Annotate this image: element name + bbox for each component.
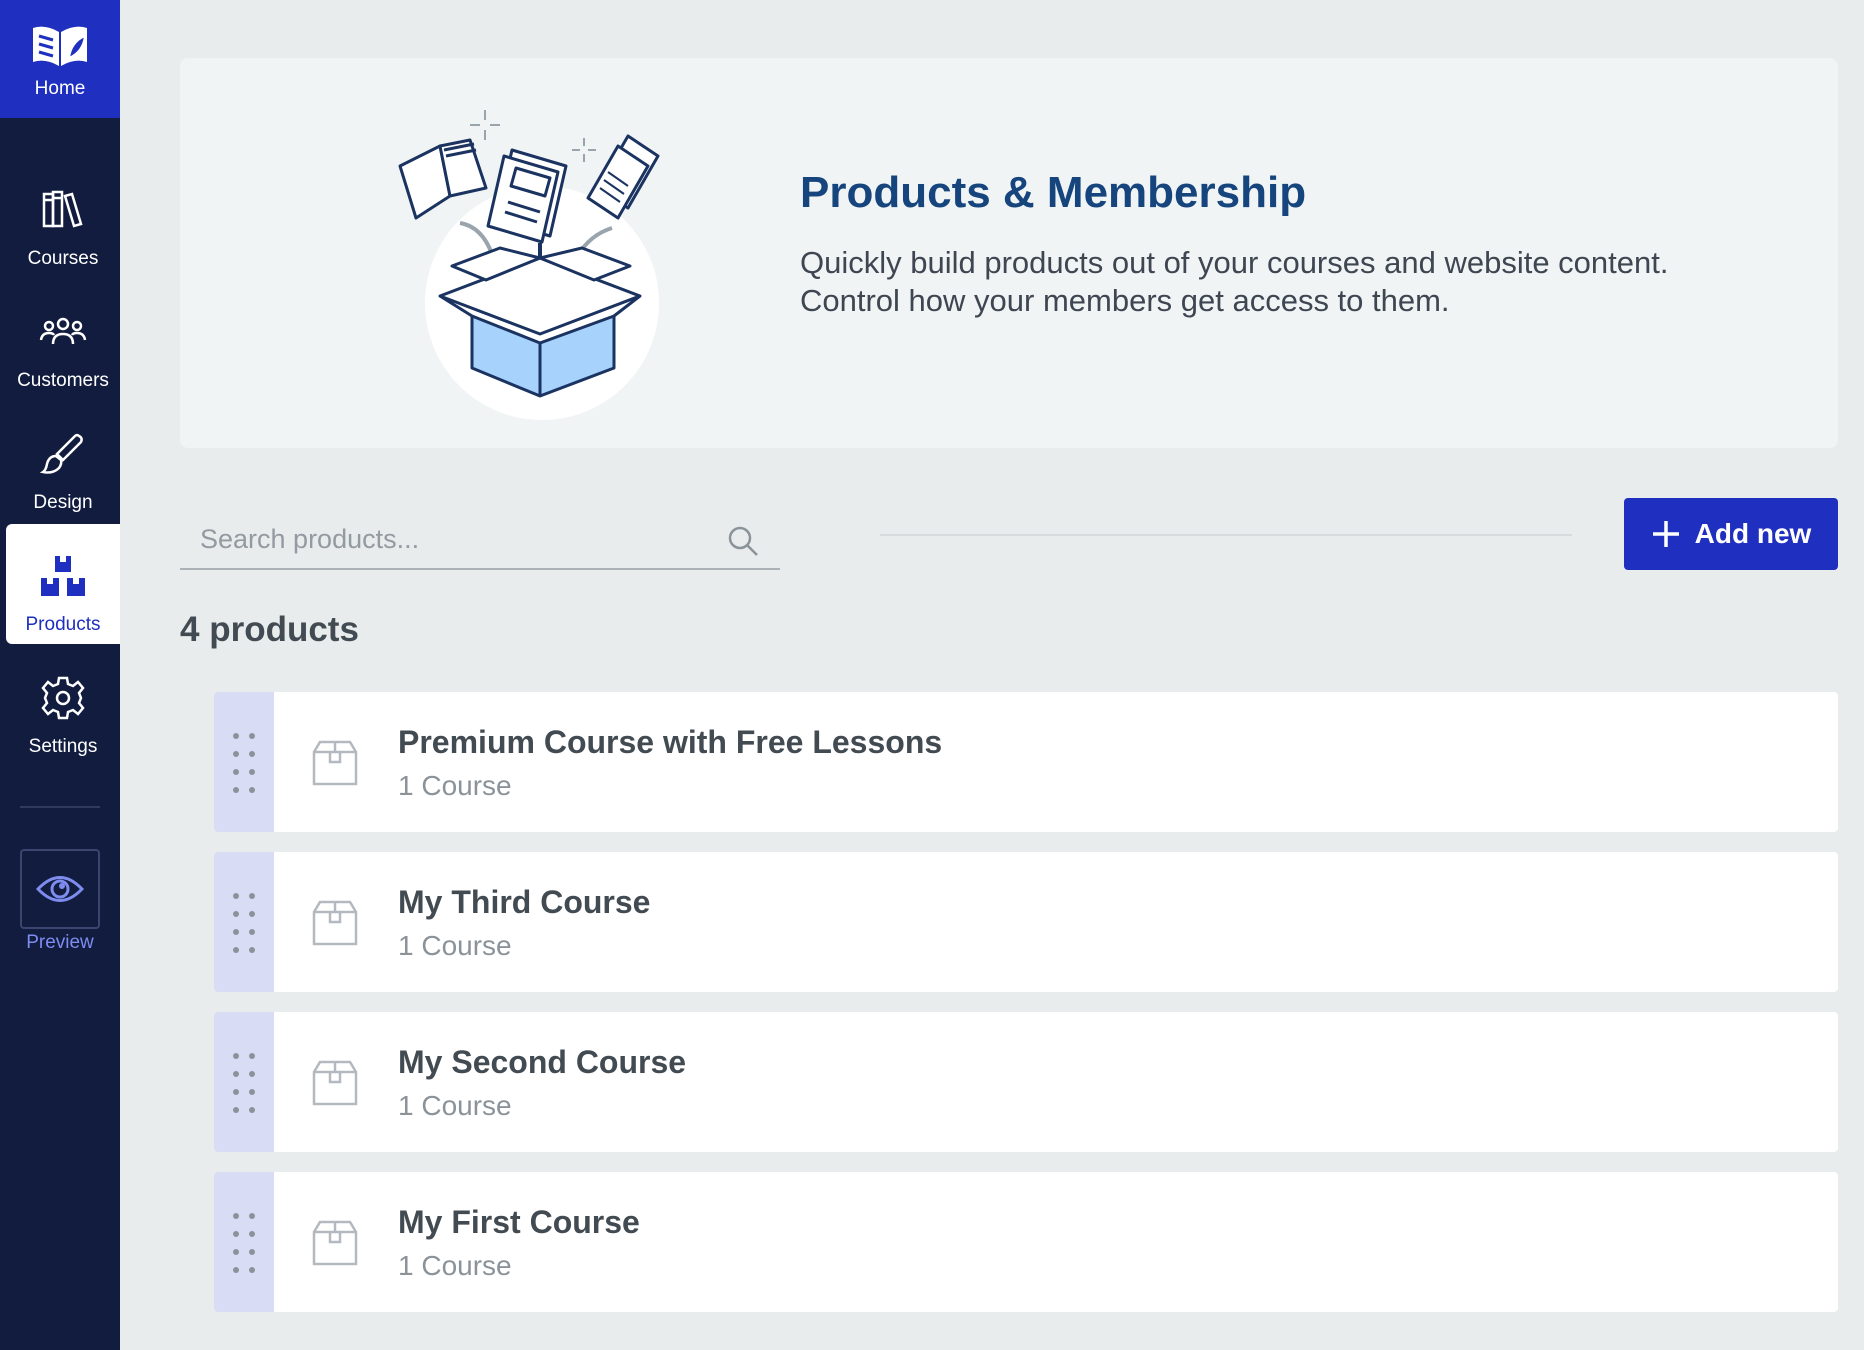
users-icon [39, 317, 87, 345]
product-row[interactable]: Premium Course with Free Lessons 1 Cours… [214, 692, 1838, 832]
filter-divider [880, 534, 1572, 536]
open-box-illustration-icon [398, 110, 660, 420]
drag-handle[interactable] [214, 1012, 274, 1152]
paintbrush-icon [39, 433, 83, 474]
nav-home[interactable]: Home [0, 0, 120, 118]
sidebar-item-customers[interactable]: Customers [6, 280, 120, 400]
package-icon [312, 1060, 358, 1106]
search-bar [180, 510, 780, 570]
product-course-count: 1 Course [398, 1250, 512, 1281]
sidebar-item-label: Design [33, 492, 93, 513]
product-name[interactable]: My First Course [398, 1204, 640, 1241]
product-row[interactable]: My First Course 1 Course [214, 1172, 1838, 1312]
product-course-count: 1 Course [398, 1090, 512, 1121]
product-name[interactable]: My Third Course [398, 884, 650, 921]
sidebar-item-label: Settings [28, 736, 98, 757]
drag-dots-icon [233, 1053, 255, 1113]
product-course-count: 1 Course [398, 930, 512, 961]
product-course-count: 1 Course [398, 770, 512, 801]
product-row[interactable]: My Third Course 1 Course [214, 852, 1838, 992]
package-icon [312, 740, 358, 786]
sidebar: Home Courses Customers Design Products S… [0, 0, 120, 1350]
page-title: Products & Membership [800, 168, 1307, 217]
add-new-button[interactable]: Add new [1624, 498, 1838, 570]
drag-dots-icon [233, 1213, 255, 1273]
book-logo-icon [33, 26, 87, 67]
drag-handle[interactable] [214, 692, 274, 832]
gear-icon [41, 676, 85, 720]
drag-dots-icon [233, 893, 255, 953]
preview-button[interactable] [20, 849, 100, 929]
nav-home-label: Home [34, 78, 86, 99]
eye-icon [35, 876, 85, 902]
sidebar-item-label: Customers [17, 370, 109, 391]
search-input[interactable] [180, 510, 720, 568]
preview-label: Preview [26, 932, 94, 953]
drag-dots-icon [233, 733, 255, 793]
package-icon [312, 1220, 358, 1266]
product-name[interactable]: My Second Course [398, 1044, 686, 1081]
product-row[interactable]: My Second Course 1 Course [214, 1012, 1838, 1152]
books-icon [42, 190, 83, 228]
page-description: Quickly build products out of your cours… [800, 245, 1669, 318]
drag-handle[interactable] [214, 852, 274, 992]
add-new-label: Add new [1694, 518, 1812, 549]
package-icon [312, 900, 358, 946]
boxes-icon [41, 556, 85, 596]
sidebar-item-label: Courses [27, 248, 99, 269]
sidebar-item-courses[interactable]: Courses [6, 158, 120, 278]
product-list: Premium Course with Free Lessons 1 Cours… [214, 692, 1838, 1332]
product-count: 4 products [180, 610, 359, 649]
plus-icon [1652, 521, 1679, 547]
search-icon[interactable] [726, 524, 760, 558]
product-name[interactable]: Premium Course with Free Lessons [398, 724, 942, 761]
sidebar-item-products[interactable]: Products [6, 524, 120, 644]
drag-handle[interactable] [214, 1172, 274, 1312]
sidebar-item-design[interactable]: Design [6, 402, 120, 522]
hero-banner: Products & Membership Quickly build prod… [180, 58, 1838, 448]
sidebar-item-label: Products [25, 614, 101, 635]
sidebar-item-settings[interactable]: Settings [6, 646, 120, 766]
sidebar-divider [20, 806, 100, 808]
